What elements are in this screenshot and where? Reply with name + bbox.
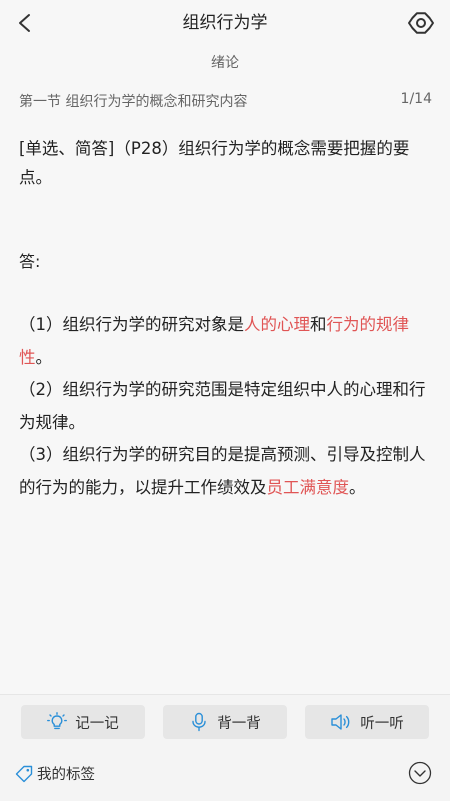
answer-label: 答: [19,252,41,271]
question-text: [单选、简答]（P28）组织行为学的概念需要把握的要点。 [19,139,410,187]
answer-point-3: （3）组织行为学的研究目的是提高预测、引导及控制人的行为的能力，以提升工作绩效及… [19,445,426,497]
recite-button[interactable]: 背一背 [163,705,287,739]
speaker-icon [331,714,350,730]
highlight-text: 人的心理 [244,315,310,334]
lightbulb-icon [47,712,68,730]
my-tags-button[interactable]: 我的标签 [15,763,95,784]
tag-icon [15,765,33,782]
listen-label: 听一听 [360,715,404,732]
answer-point-1: （1）组织行为学的研究对象是人的心理和行为的规律性。 [19,315,409,367]
gear-icon [408,12,434,34]
highlight-text: 员工满意度 [266,477,350,497]
top-bar: 组织行为学 [0,0,450,46]
memo-button[interactable]: 记一记 [21,705,145,739]
answer-content: （1）组织行为学的研究对象是人的心理和行为的规律性。 （2）组织行为学的研究范围… [19,309,434,504]
chevron-down-circle-icon [408,761,432,785]
section-name: 第一节 组织行为学的概念和研究内容 [19,94,248,110]
listen-button[interactable]: 听一听 [305,705,429,739]
page-counter: 1/14 [400,91,432,107]
microphone-icon [192,712,206,732]
recite-label: 背一背 [217,715,261,732]
chapter-title: 绪论 [211,55,239,71]
answer-point-2: （2）组织行为学的研究范围是特定组织中人的心理和行为规律。 [19,380,426,432]
section-row: 第一节 组织行为学的概念和研究内容 1/14 [19,91,432,111]
my-tags-label: 我的标签 [37,767,95,783]
settings-button[interactable] [404,6,438,40]
memo-label: 记一记 [75,715,119,732]
bottom-bar: 记一记 背一背 听一听 我的标签 [0,694,450,801]
page-title: 组织行为学 [182,13,268,33]
expand-button[interactable] [408,761,432,785]
